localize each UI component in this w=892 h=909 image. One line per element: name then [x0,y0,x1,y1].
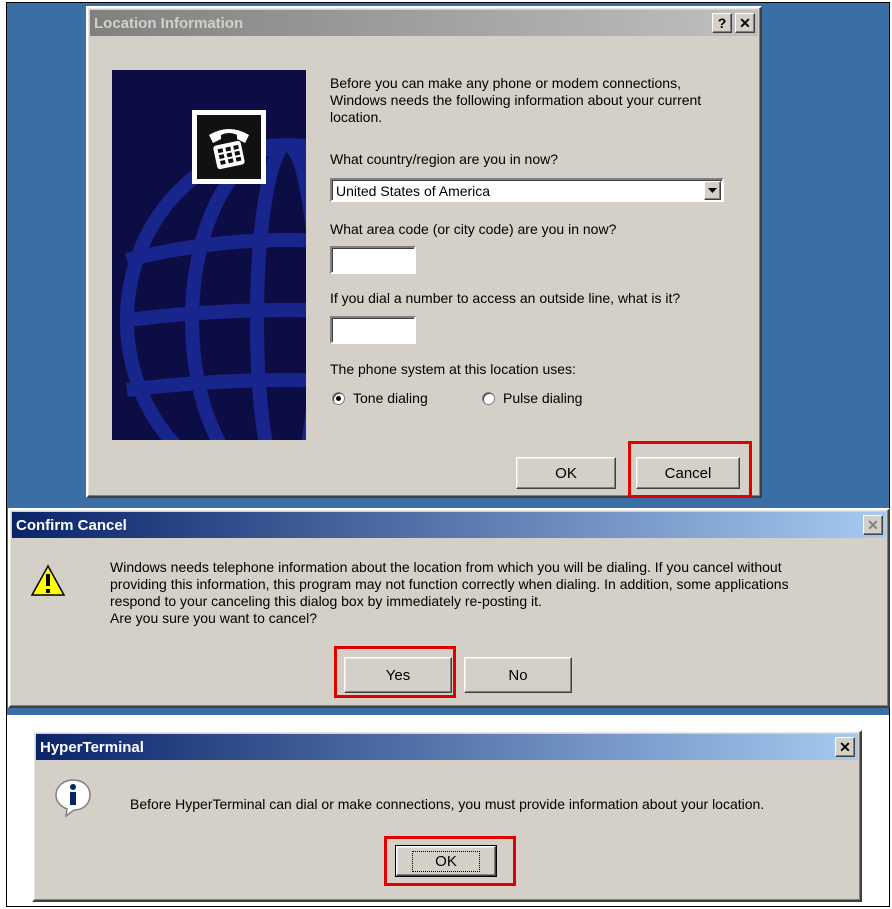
country-label: What country/region are you in now? [330,151,559,167]
confirm-dialog-title: Confirm Cancel [16,516,127,534]
location-dialog-titlebar: Location Information ? ✕ [90,10,758,36]
telephone-icon-frame [192,110,266,184]
pulse-radio-indicator [482,391,495,405]
confirm-question: Are you sure you want to cancel? [110,610,318,626]
close-button[interactable]: ✕ [735,13,755,33]
confirm-message-line-3: respond to your canceling this dialog bo… [110,593,542,609]
confirm-cancel-dialog: Confirm Cancel ✕ Windows needs telephone… [8,508,890,708]
location-intro-text: Before you can make any phone or modem c… [330,75,702,125]
ok-focus-rectangle: OK [412,850,480,872]
hyperterminal-dialog: HyperTerminal ✕ Before HyperTerminal can… [32,730,862,902]
tone-radio-indicator [332,391,345,405]
pulse-dialing-label: Pulse dialing [503,390,583,406]
area-code-label: What area code (or city code) are you in… [330,221,617,237]
hyperterminal-title: HyperTerminal [40,738,144,756]
telephone-icon [197,115,261,179]
phone-system-label: The phone system at this location uses: [330,361,576,377]
globe-phone-illustration [112,70,306,440]
location-dialog-title: Location Information [94,14,244,32]
warning-icon [30,564,66,596]
country-select[interactable]: United States of America [330,178,724,202]
info-icon [55,779,91,818]
close-button[interactable]: ✕ [835,737,855,757]
location-ok-button[interactable]: OK [516,457,616,489]
hyperterminal-message: Before HyperTerminal can dial or make co… [130,796,765,812]
close-button[interactable]: ✕ [863,515,883,535]
tone-dialing-radio[interactable]: Tone dialing [332,390,428,406]
confirm-message-line-1: Windows needs telephone information abou… [110,559,782,575]
country-select-value: United States of America [336,183,491,199]
no-button[interactable]: No [464,657,572,693]
area-code-input[interactable] [330,246,416,274]
country-dropdown-button[interactable] [704,181,721,200]
yes-button[interactable]: Yes [344,657,452,693]
outside-line-input[interactable] [330,316,416,344]
tone-dialing-label: Tone dialing [353,390,428,406]
hyperterminal-titlebar: HyperTerminal ✕ [36,734,858,760]
location-cancel-button[interactable]: Cancel [636,457,740,489]
location-information-dialog: Location Information ? ✕ Before you can … [86,6,762,498]
pulse-dialing-radio[interactable]: Pulse dialing [482,390,582,406]
confirm-dialog-titlebar: Confirm Cancel ✕ [12,512,886,538]
chevron-down-icon [708,187,717,193]
help-button[interactable]: ? [712,13,732,33]
confirm-message-line-2: providing this information, this program… [110,576,789,592]
hyperterminal-ok-button[interactable]: OK [395,845,497,877]
outside-line-label: If you dial a number to access an outsid… [330,290,681,306]
